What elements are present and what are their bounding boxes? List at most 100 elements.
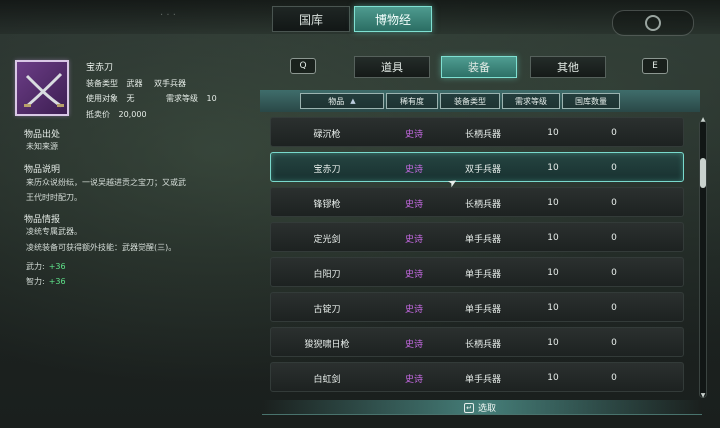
row-level: 10 (547, 268, 559, 278)
equipment-list: 碌沉枪 史诗 长柄兵器 10 0 宝赤刀 史诗 双手兵器 10 0 锋镠枪 史诗… (270, 117, 684, 401)
row-rarity: 史诗 (404, 339, 423, 350)
row-type: 长柄兵器 (464, 339, 501, 350)
emblem-ring-icon (645, 15, 661, 31)
table-row[interactable]: 白阳刀 史诗 单手兵器 10 0 (270, 257, 684, 287)
req-level-label: 需求等级 (166, 94, 198, 103)
use-target-value: 无 (126, 94, 135, 103)
stat-intellect-value: +36 (48, 277, 66, 286)
row-type: 单手兵器 (464, 269, 501, 280)
row-type: 单手兵器 (464, 374, 501, 385)
sort-asc-icon: ▲ (350, 97, 356, 105)
prev-category-key[interactable]: Q (290, 58, 316, 74)
row-type: 长柄兵器 (464, 129, 501, 140)
row-rarity: 史诗 (404, 374, 423, 385)
row-qty: 0 (611, 128, 617, 138)
row-rarity: 史诗 (404, 164, 423, 175)
use-target-row: 使用对象 无 (86, 93, 135, 104)
equip-type-label: 装备类型 (86, 79, 118, 88)
row-qty: 0 (611, 373, 617, 383)
row-level: 10 (547, 338, 559, 348)
item-name: 宝赤刀 (86, 63, 114, 73)
header-rarity[interactable]: 稀有度 (386, 93, 438, 109)
row-qty: 0 (611, 233, 617, 243)
select-label: 选取 (478, 404, 497, 414)
row-rarity: 史诗 (404, 129, 423, 140)
req-level-row: 需求等级 10 (166, 93, 217, 104)
row-name: 定光剑 (313, 234, 341, 245)
stat-force-label: 武力: (26, 262, 45, 271)
table-row-selected[interactable]: 宝赤刀 史诗 双手兵器 10 0 (270, 152, 684, 182)
row-name: 白虹剑 (313, 374, 341, 385)
desc-line-2: 王代时时配刀。 (26, 193, 82, 202)
row-qty: 0 (611, 198, 617, 208)
sell-price-row: 抵卖价 20,000 (86, 109, 147, 120)
scroll-up-arrow-icon[interactable]: ▲ (698, 116, 708, 124)
req-level-value: 10 (206, 94, 217, 103)
row-rarity: 史诗 (404, 304, 423, 315)
tab-items[interactable]: 道具 (354, 56, 430, 78)
table-row[interactable]: 锋镠枪 史诗 长柄兵器 10 0 (270, 187, 684, 217)
row-level: 10 (547, 198, 559, 208)
row-rarity: 史诗 (404, 199, 423, 210)
footer-divider (262, 414, 702, 415)
table-row[interactable]: 古锭刀 史诗 单手兵器 10 0 (270, 292, 684, 322)
tab-museum[interactable]: 博物经 (354, 6, 432, 32)
tab-equipment[interactable]: 装备 (441, 56, 517, 78)
scroll-down-arrow-icon[interactable]: ▼ (698, 392, 708, 400)
use-target-label: 使用对象 (86, 94, 118, 103)
stat-intellect-label: 智力: (26, 277, 45, 286)
row-name: 锋镠枪 (313, 199, 341, 210)
row-name: 狻猊啸日枪 (304, 339, 350, 350)
row-level: 10 (547, 163, 559, 173)
origin-text: 未知来源 (26, 142, 58, 151)
stat-force: 武力: +36 (26, 261, 66, 272)
tab-other[interactable]: 其他 (530, 56, 606, 78)
tab-treasury[interactable]: 国库 (272, 6, 350, 32)
scrollbar-thumb[interactable] (700, 158, 706, 188)
row-type: 长柄兵器 (464, 199, 501, 210)
header-item-label: 物品 (328, 96, 345, 106)
desc-title: 物品说明 (24, 165, 61, 175)
item-portrait (15, 60, 69, 116)
row-level: 10 (547, 303, 559, 313)
sell-price-value: 20,000 (118, 110, 147, 119)
stat-force-value: +36 (48, 262, 66, 271)
top-tabs: 国库 博物经 (272, 6, 432, 34)
row-rarity: 史诗 (404, 234, 423, 245)
equip-type-row: 装备类型 武器 (86, 78, 143, 89)
desc-line-1: 来历众说纷纭，一说吴越进贡之宝刀；又或武 (26, 178, 186, 187)
stat-intellect: 智力: +36 (26, 276, 66, 287)
row-type: 单手兵器 (464, 304, 501, 315)
info-line-1: 凌统专属武器。 (26, 227, 82, 236)
row-level: 10 (547, 233, 559, 243)
table-row[interactable]: 定光剑 史诗 单手兵器 10 0 (270, 222, 684, 252)
row-rarity: 史诗 (404, 269, 423, 280)
row-level: 10 (547, 128, 559, 138)
header-item[interactable]: 物品 ▲ (300, 93, 384, 109)
row-type: 双手兵器 (464, 164, 501, 175)
row-name: 宝赤刀 (313, 164, 341, 175)
header-equip-type[interactable]: 装备类型 (440, 93, 500, 109)
row-name: 古锭刀 (313, 304, 341, 315)
row-qty: 0 (611, 303, 617, 313)
header-req-level[interactable]: 需求等级 (502, 93, 560, 109)
row-qty: 0 (611, 268, 617, 278)
row-level: 10 (547, 373, 559, 383)
table-row[interactable]: 白虹剑 史诗 单手兵器 10 0 (270, 362, 684, 392)
top-right-emblem (612, 10, 694, 36)
weapon-class: 双手兵器 (154, 79, 186, 88)
info-line-2: 凌统装备可获得额外技能：武器觉醒(三)。 (26, 243, 177, 252)
next-category-key[interactable]: E (642, 58, 668, 74)
top-decoration: · · · (160, 10, 176, 21)
crossed-sabers-icon (24, 72, 64, 108)
enter-key-icon: ↵ (464, 402, 474, 413)
row-qty: 0 (611, 163, 617, 173)
row-type: 单手兵器 (464, 234, 501, 245)
row-qty: 0 (611, 338, 617, 348)
equip-type-value: 武器 (126, 79, 143, 88)
select-button[interactable]: ↵ 选取 (464, 401, 496, 414)
header-treasury-qty[interactable]: 国库数量 (562, 93, 620, 109)
row-name: 白阳刀 (313, 269, 341, 280)
table-row[interactable]: 碌沉枪 史诗 长柄兵器 10 0 (270, 117, 684, 147)
table-row[interactable]: 狻猊啸日枪 史诗 长柄兵器 10 0 (270, 327, 684, 357)
